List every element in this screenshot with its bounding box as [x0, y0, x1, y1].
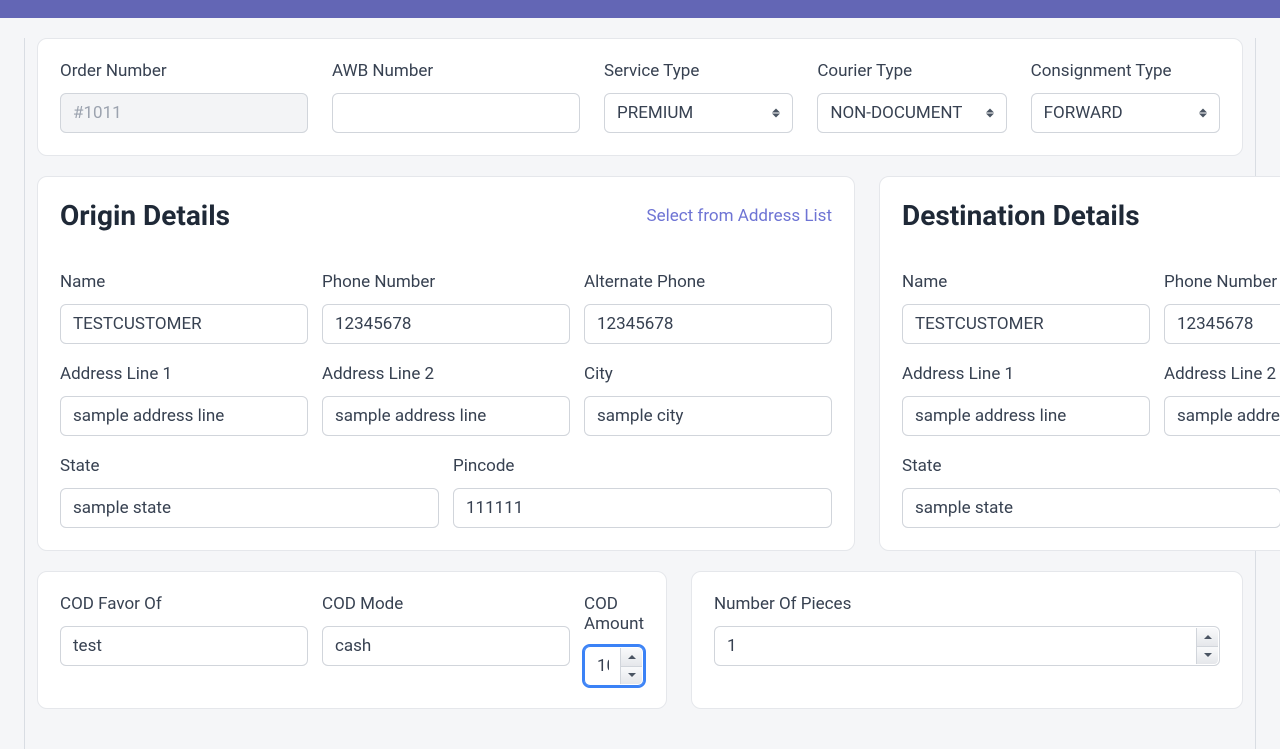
- service-type-value: PREMIUM: [617, 103, 693, 123]
- origin-addr1-label: Address Line 1: [60, 364, 308, 384]
- dest-name-input[interactable]: [902, 304, 1150, 344]
- courier-type-select[interactable]: NON-DOCUMENT: [817, 93, 1006, 133]
- origin-city-label: City: [584, 364, 832, 384]
- origin-title: Origin Details: [60, 199, 230, 232]
- dest-state-input[interactable]: [902, 488, 1280, 528]
- origin-phone-input[interactable]: [322, 304, 570, 344]
- select-caret-icon: [986, 109, 994, 118]
- consignment-type-select[interactable]: FORWARD: [1031, 93, 1220, 133]
- origin-select-address-link[interactable]: Select from Address List: [646, 206, 832, 226]
- origin-pincode-label: Pincode: [453, 456, 832, 476]
- consignment-type-value: FORWARD: [1044, 103, 1123, 123]
- service-type-select[interactable]: PREMIUM: [604, 93, 793, 133]
- awb-number-input[interactable]: [332, 93, 580, 133]
- dest-name-label: Name: [902, 272, 1150, 292]
- origin-city-input[interactable]: [584, 396, 832, 436]
- origin-name-input[interactable]: [60, 304, 308, 344]
- spinner-down-button[interactable]: [1197, 647, 1218, 665]
- cod-favor-input[interactable]: [60, 626, 308, 666]
- dest-phone-label: Phone Number: [1164, 272, 1280, 292]
- service-type-label: Service Type: [604, 61, 793, 81]
- consignment-type-label: Consignment Type: [1031, 61, 1220, 81]
- origin-panel: Origin Details Select from Address List …: [37, 176, 855, 551]
- number-spinner: [1196, 628, 1218, 664]
- cod-favor-label: COD Favor Of: [60, 594, 308, 614]
- order-info-card: Order Number AWB Number Service Type PRE…: [37, 38, 1243, 156]
- courier-type-value: NON-DOCUMENT: [830, 103, 962, 123]
- pieces-input[interactable]: [714, 626, 1220, 666]
- caret-up-icon: [628, 655, 636, 659]
- dest-state-label: State: [902, 456, 1280, 476]
- spinner-down-button[interactable]: [621, 667, 642, 685]
- cod-mode-label: COD Mode: [322, 594, 570, 614]
- select-caret-icon: [772, 109, 780, 118]
- dest-addr1-input[interactable]: [902, 396, 1150, 436]
- origin-altphone-label: Alternate Phone: [584, 272, 832, 292]
- spinner-up-button[interactable]: [1197, 628, 1218, 647]
- origin-state-label: State: [60, 456, 439, 476]
- origin-addr2-input[interactable]: [322, 396, 570, 436]
- cod-amount-label: COD Amount: [584, 594, 644, 634]
- caret-down-icon: [628, 673, 636, 677]
- dest-addr2-label: Address Line 2: [1164, 364, 1280, 384]
- spinner-up-button[interactable]: [621, 648, 642, 667]
- consignment-type-field: Consignment Type FORWARD: [1031, 61, 1220, 133]
- number-spinner: [620, 648, 642, 684]
- courier-type-field: Courier Type NON-DOCUMENT: [817, 61, 1006, 133]
- awb-number-label: AWB Number: [332, 61, 580, 81]
- destination-panel: Destination Details Select from Address …: [879, 176, 1280, 551]
- cod-panel: COD Favor Of COD Mode COD Amount: [37, 571, 667, 709]
- origin-pincode-input[interactable]: [453, 488, 832, 528]
- order-number-label: Order Number: [60, 61, 308, 81]
- destination-title: Destination Details: [902, 199, 1140, 232]
- caret-down-icon: [1204, 653, 1212, 657]
- order-number-field: Order Number: [60, 61, 308, 133]
- order-number-input[interactable]: [60, 93, 308, 133]
- dest-addr1-label: Address Line 1: [902, 364, 1150, 384]
- origin-phone-label: Phone Number: [322, 272, 570, 292]
- origin-altphone-input[interactable]: [584, 304, 832, 344]
- dest-phone-input[interactable]: [1164, 304, 1280, 344]
- origin-addr1-input[interactable]: [60, 396, 308, 436]
- origin-state-input[interactable]: [60, 488, 439, 528]
- cod-mode-input[interactable]: [322, 626, 570, 666]
- pieces-label: Number Of Pieces: [714, 594, 1220, 614]
- service-type-field: Service Type PREMIUM: [604, 61, 793, 133]
- pieces-panel: Number Of Pieces: [691, 571, 1243, 709]
- dest-addr2-input[interactable]: [1164, 396, 1280, 436]
- caret-up-icon: [1204, 635, 1212, 639]
- page-container: Order Number AWB Number Service Type PRE…: [24, 38, 1256, 749]
- origin-name-label: Name: [60, 272, 308, 292]
- select-caret-icon: [1199, 109, 1207, 118]
- app-topbar: [0, 0, 1280, 18]
- awb-number-field: AWB Number: [332, 61, 580, 133]
- courier-type-label: Courier Type: [817, 61, 1006, 81]
- origin-addr2-label: Address Line 2: [322, 364, 570, 384]
